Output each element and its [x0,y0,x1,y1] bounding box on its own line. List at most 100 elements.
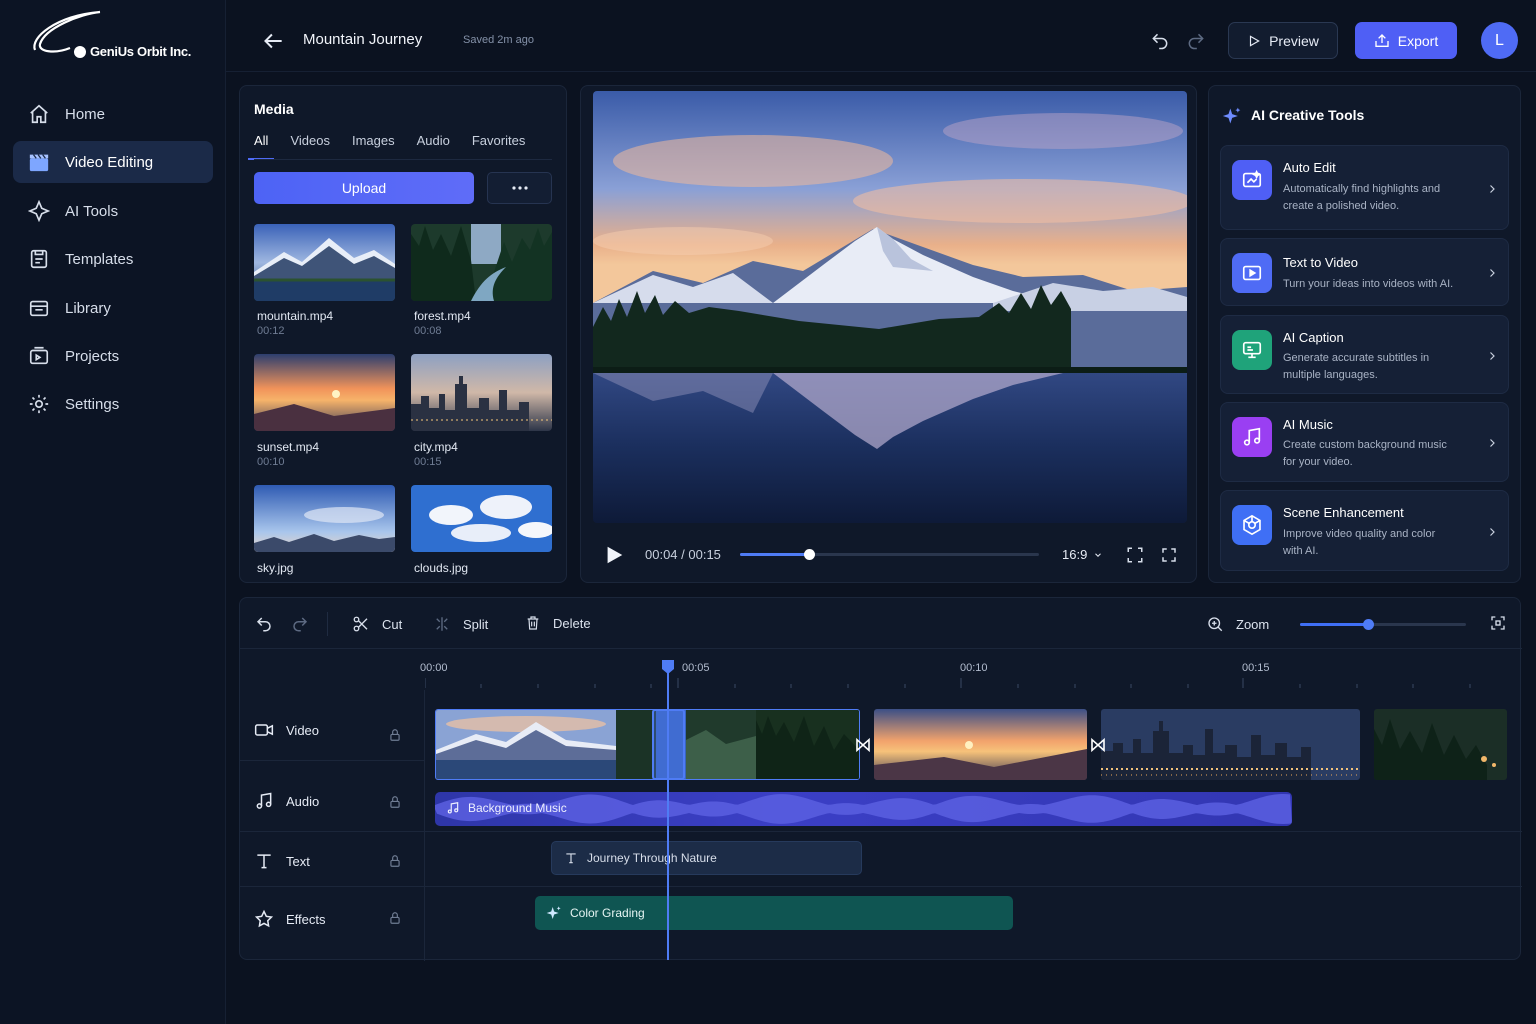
zoom-in-icon[interactable] [1206,615,1224,633]
play-button[interactable] [603,544,625,566]
text-clip[interactable]: Journey Through Nature [551,841,862,875]
video-clip-city[interactable] [1101,709,1360,780]
preview-button[interactable]: Preview [1228,22,1338,59]
trash-icon [527,616,539,630]
nav-item-video-editing[interactable]: Video Editing [13,141,213,183]
media-thumbnail-sky[interactable] [254,485,395,552]
chevron-right-icon [1490,269,1495,277]
back-arrow-icon[interactable] [260,28,286,54]
project-title[interactable]: Mountain Journey [303,31,422,48]
nav-label: Settings [65,395,120,413]
transition-icon[interactable] [855,737,871,753]
media-thumbnail-forest[interactable] [411,224,552,301]
nav-item-projects[interactable]: Projects [13,335,213,377]
media-panel: Media All Videos Images Audio Favorites … [239,85,567,583]
ai-tools-panel: AI Creative Tools Auto Edit Automaticall… [1208,85,1521,583]
video-clip-forest[interactable] [1374,709,1507,780]
split-button[interactable]: Split [433,615,488,633]
more-options-button[interactable] [487,172,552,204]
track-label: Effects [286,911,326,927]
undo-icon[interactable] [1150,31,1170,51]
effect-clip[interactable]: Color Grading [535,896,1013,930]
playhead-handle[interactable] [662,660,674,674]
fullscreen-icon[interactable] [1160,546,1178,564]
nav-item-ai-tools[interactable]: AI Tools [13,190,213,232]
tab-images[interactable]: Images [352,133,395,160]
projects-icon [27,344,51,368]
video-clip-sunset[interactable] [874,709,1087,780]
zoom-slider[interactable] [1300,619,1466,630]
play-icon [607,546,623,564]
ai-tool-name: AI Music [1283,417,1333,432]
scrubber-handle[interactable] [803,549,815,560]
media-tabs: All Videos Images Audio Favorites [248,133,525,160]
delete-button[interactable]: Delete [525,615,591,631]
toolbar-divider [327,612,328,636]
nav-item-library[interactable]: Library [13,287,213,329]
export-button[interactable]: Export [1355,22,1457,59]
track-label: Audio [286,793,320,809]
nav-label: Home [65,105,106,123]
tab-videos[interactable]: Videos [290,133,330,160]
media-thumbnail-sunset[interactable] [254,354,395,431]
timeline-ruler[interactable] [425,678,1510,690]
ai-tool-name: Text to Video [1283,255,1358,270]
effect-clip-label: Color Grading [570,906,645,920]
undo-icon[interactable] [255,615,273,633]
scissors-icon [353,616,368,632]
lock-icon[interactable] [388,854,402,868]
library-icon [27,296,51,320]
redo-icon[interactable] [1186,31,1206,51]
brand-logo[interactable]: GeniUs Orbit Inc. [30,10,210,66]
text-clip-label: Journey Through Nature [587,851,717,865]
audio-clip-background-music[interactable]: Background Music [435,792,1292,826]
media-duration: 00:10 [257,456,285,468]
media-thumbnail-mountain[interactable] [254,224,395,301]
lock-icon[interactable] [388,728,402,742]
ruler-tick-label: 00:15 [1242,662,1270,674]
text-icon [257,854,271,869]
ai-tool-scene-enhancement[interactable]: Scene Enhancement Improve video quality … [1220,490,1509,571]
lock-icon[interactable] [388,911,402,925]
timeline-panel: Cut Split Delete Zoom 00:00 00:05 00:10 … [239,597,1522,961]
nav-item-settings[interactable]: Settings [13,383,213,425]
music-icon [1232,417,1272,457]
more-icon [511,186,528,190]
ai-tool-auto-edit[interactable]: Auto Edit Automatically find highlights … [1220,145,1509,230]
playback-scrubber[interactable] [740,549,1039,560]
ai-tool-ai-caption[interactable]: AI Caption Generate accurate subtitles i… [1220,315,1509,394]
ai-tool-text-to-video[interactable]: Text to Video Turn your ideas into video… [1220,238,1509,306]
transition-icon[interactable] [1090,737,1106,753]
redo-icon[interactable] [291,615,309,633]
zoom-slider-handle[interactable] [1363,619,1375,630]
avatar[interactable]: L [1481,22,1518,59]
home-icon [27,102,51,126]
crop-icon[interactable] [1126,546,1144,564]
media-thumbnail-clouds[interactable] [411,485,552,552]
tab-all[interactable]: All [248,133,275,160]
nav-item-home[interactable]: Home [13,93,213,135]
upload-button[interactable]: Upload [254,172,474,204]
video-preview[interactable] [593,91,1187,523]
aspect-ratio-value: 16:9 [1062,547,1088,562]
ai-tool-desc: Automatically find highlights and create… [1283,183,1441,212]
text-icon [566,853,576,864]
ai-tool-ai-music[interactable]: AI Music Create custom background music … [1220,402,1509,482]
sparkle-icon [27,199,51,223]
nav-item-templates[interactable]: Templates [13,238,213,280]
ai-tool-name: Scene Enhancement [1283,505,1404,520]
aspect-ratio-select[interactable]: 16:9 [1062,547,1103,562]
nav-label: Projects [65,347,120,365]
sparkle-icon [1222,106,1242,126]
row-divider [240,760,425,761]
delete-label: Delete [553,615,591,631]
fit-timeline-icon[interactable] [1490,615,1506,631]
cut-button[interactable]: Cut [352,615,402,633]
tab-audio[interactable]: Audio [417,133,450,160]
media-thumbnail-city[interactable] [411,354,552,431]
scene-enhancement-icon [1232,505,1272,545]
chevron-down-icon [1095,552,1102,557]
lock-icon[interactable] [388,795,402,809]
tab-favorites[interactable]: Favorites [472,133,525,160]
video-clip-mountain-forest[interactable] [435,709,860,780]
